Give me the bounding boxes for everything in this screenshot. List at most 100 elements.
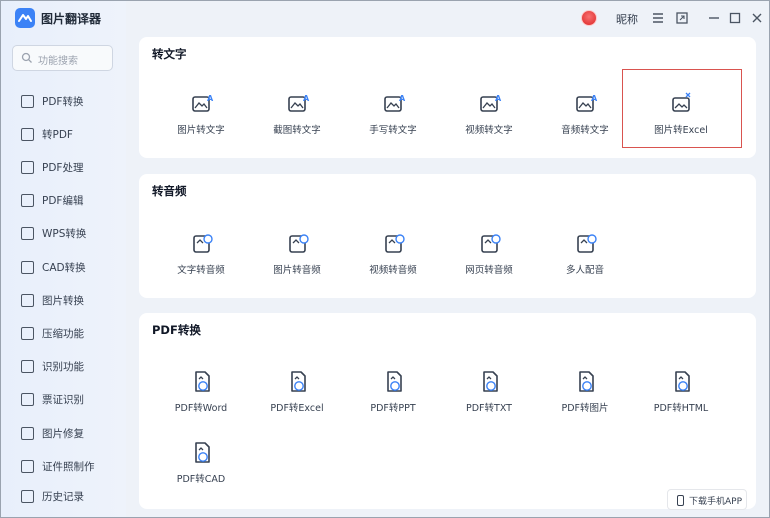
feature-tile[interactable]: 网页转音频 [441, 231, 537, 293]
sidebar-item[interactable]: 证件照制作 [1, 452, 125, 482]
maximize-icon[interactable] [728, 11, 742, 25]
id-photo-icon [21, 460, 34, 473]
sidebar-item-label: 证件照制作 [42, 461, 95, 473]
sidebar-item-label: WPS转换 [42, 228, 87, 240]
pdf-to-txt-icon [477, 369, 503, 395]
feature-tile-label: 图片转文字 [177, 125, 225, 136]
feature-tile-label: PDF转TXT [466, 403, 512, 414]
feature-tile-label: 网页转音频 [465, 265, 513, 276]
recognize-icon [21, 360, 34, 373]
selected-highlight [622, 69, 742, 148]
download-app-button[interactable]: 下载手机APP [667, 489, 747, 510]
sidebar-item[interactable]: CAD转换 [1, 253, 125, 283]
image-convert-icon [21, 294, 34, 307]
sidebar-item-label: PDF处理 [42, 162, 84, 174]
pdf-to-html-icon [669, 369, 695, 395]
pdf-to-ppt-icon [381, 369, 407, 395]
feature-tile-label: 视频转音频 [369, 265, 417, 276]
section-card: PDF转换 PDF转Word PDF转Excel PDF转PPT PDF转TXT PDF… [139, 313, 756, 509]
resize-icon[interactable] [675, 11, 689, 25]
feature-tile[interactable]: PDF转TXT [441, 369, 537, 431]
image-to-text-icon: A [189, 91, 215, 117]
wps-convert-icon [21, 227, 34, 240]
svg-text:A: A [495, 94, 502, 103]
svg-text:A: A [303, 94, 310, 103]
feature-tile[interactable]: A 截图转文字 [249, 91, 345, 153]
sidebar-item-label: CAD转换 [42, 262, 86, 274]
to-pdf-icon [21, 128, 34, 141]
feature-tile[interactable]: 文字转音频 [153, 231, 249, 293]
nickname[interactable]: 昵称 [616, 11, 638, 27]
history-icon [21, 490, 34, 503]
minimize-icon[interactable] [707, 11, 721, 25]
handwriting-to-text-icon: A [381, 91, 407, 117]
avatar[interactable] [581, 10, 597, 26]
app-logo-icon [15, 8, 35, 28]
feature-tile-label: 手写转文字 [369, 125, 417, 136]
sidebar-item[interactable]: PDF转换 [1, 87, 125, 117]
feature-tile-label: 图片转音频 [273, 265, 321, 276]
sidebar-item-label: PDF编辑 [42, 195, 84, 207]
sidebar-item[interactable]: 历史记录 [1, 482, 125, 512]
feature-tile[interactable]: PDF转Word [153, 369, 249, 431]
section-title: 转音频 [152, 184, 187, 198]
app-window: 图片翻译器 昵称 功能搜索 PDF转换 转PDF PDF处理 PDF编辑 WPS转换 CA… [0, 0, 770, 518]
sidebar-item-label: 压缩功能 [42, 328, 84, 340]
image-to-audio-icon [285, 231, 311, 257]
sidebar-item-label: 识别功能 [42, 361, 84, 373]
sidebar-item[interactable]: PDF编辑 [1, 186, 125, 216]
multi-voice-icon [573, 231, 599, 257]
image-repair-icon [21, 427, 34, 440]
sidebar-item[interactable]: 转PDF [1, 120, 125, 150]
feature-tile[interactable]: PDF转PPT [345, 369, 441, 431]
feature-tile-label: PDF转Excel [270, 403, 324, 414]
sidebar-item[interactable]: 票证识别 [1, 385, 125, 415]
cad-convert-icon [21, 261, 34, 274]
section-title: PDF转换 [152, 323, 201, 337]
feature-tile[interactable]: A 图片转文字 [153, 91, 249, 153]
sidebar-item[interactable]: 识别功能 [1, 352, 125, 382]
download-app-label: 下载手机APP [689, 497, 743, 507]
feature-tile-label: PDF转PPT [370, 403, 416, 414]
feature-tile[interactable]: PDF转图片 [537, 369, 633, 431]
pdf-process-icon [21, 161, 34, 174]
feature-tile[interactable]: A 视频转文字 [441, 91, 537, 153]
close-icon[interactable] [750, 11, 764, 25]
pdf-to-word-icon [189, 369, 215, 395]
search-icon [21, 52, 32, 63]
sidebar-item-label: 图片修复 [42, 428, 84, 440]
sidebar-item[interactable]: PDF处理 [1, 153, 125, 183]
video-to-audio-icon [381, 231, 407, 257]
text-to-audio-icon [189, 231, 215, 257]
feature-tile-label: 截图转文字 [273, 125, 321, 136]
sidebar-item-label: 转PDF [42, 129, 73, 141]
search-placeholder: 功能搜索 [38, 56, 78, 67]
feature-tile[interactable]: 图片转音频 [249, 231, 345, 293]
search-input[interactable]: 功能搜索 [12, 45, 113, 71]
section-title: 转文字 [152, 47, 187, 61]
sidebar-item-label: 票证识别 [42, 394, 84, 406]
sidebar-item[interactable]: 图片修复 [1, 419, 125, 449]
pdf-to-image-icon [573, 369, 599, 395]
sidebar-item[interactable]: 图片转换 [1, 286, 125, 316]
feature-tile[interactable]: PDF转Excel [249, 369, 345, 431]
pdf-edit-icon [21, 194, 34, 207]
feature-tile-label: PDF转图片 [561, 403, 609, 414]
feature-tile[interactable]: A 音频转文字 [537, 91, 633, 153]
feature-tile-label: 视频转文字 [465, 125, 513, 136]
audio-to-text-icon: A [573, 91, 599, 117]
sidebar-item[interactable]: WPS转换 [1, 219, 125, 249]
svg-text:A: A [399, 94, 406, 103]
phone-icon [677, 495, 684, 506]
feature-tile-label: 文字转音频 [177, 265, 225, 276]
feature-tile[interactable]: A 手写转文字 [345, 91, 441, 153]
feature-tile[interactable]: PDF转CAD [153, 440, 249, 502]
feature-tile[interactable]: PDF转HTML [633, 369, 729, 431]
feature-tile[interactable]: 多人配音 [537, 231, 633, 293]
menu-icon[interactable] [651, 11, 665, 25]
screenshot-to-text-icon: A [285, 91, 311, 117]
sidebar-item[interactable]: 压缩功能 [1, 319, 125, 349]
sidebar-item-label: PDF转换 [42, 96, 84, 108]
feature-tile[interactable]: 视频转音频 [345, 231, 441, 293]
feature-tile-label: PDF转CAD [176, 474, 226, 485]
